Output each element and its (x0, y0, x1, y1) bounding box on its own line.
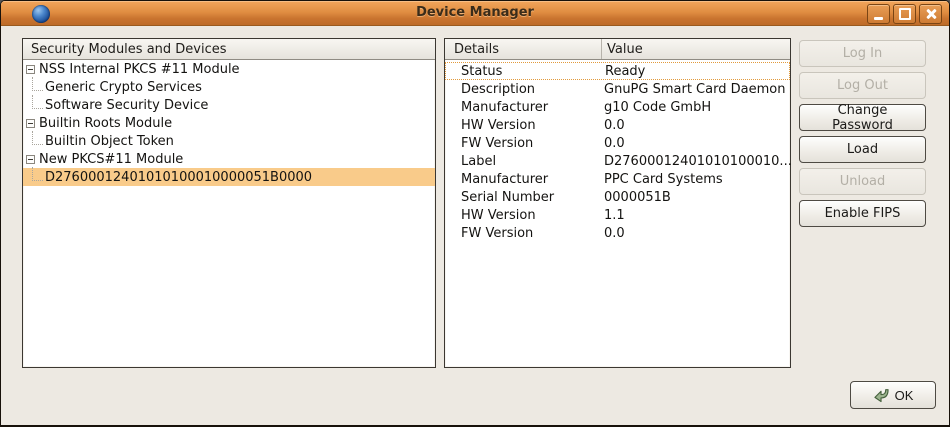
tree-item-software-security-device[interactable]: Software Security Device (23, 96, 435, 114)
close-button[interactable] (919, 4, 942, 24)
unload-button[interactable]: Unload (799, 168, 926, 195)
tree-item-smartcard-token-selected[interactable]: D27600012401010100010000051B0000 (23, 168, 435, 186)
titlebar[interactable]: Device Manager (1, 1, 949, 26)
load-button[interactable]: Load (799, 136, 926, 163)
details-header-row: Details Value (445, 39, 790, 60)
detail-field: Manufacturer (445, 100, 602, 115)
tree-item-label: New PKCS#11 Module (39, 152, 183, 167)
collapse-minus-icon[interactable] (26, 119, 35, 128)
tree-connector-line (32, 131, 43, 145)
table-row[interactable]: HW Version 0.0 (445, 116, 790, 134)
table-row[interactable]: Manufacturer g10 Code GmbH (445, 98, 790, 116)
maximize-button[interactable] (893, 4, 916, 24)
detail-value: Ready (603, 64, 645, 79)
detail-value: 0.0 (602, 118, 625, 133)
detail-field: FW Version (445, 226, 602, 241)
enable-fips-button[interactable]: Enable FIPS (799, 200, 926, 227)
tree-connector-line (32, 95, 43, 109)
detail-field: Label (445, 154, 602, 169)
collapse-minus-icon[interactable] (26, 65, 35, 74)
table-row[interactable]: FW Version 0.0 (445, 134, 790, 152)
collapse-minus-icon[interactable] (26, 155, 35, 164)
ok-green-arrow-icon (873, 388, 890, 403)
tree-item-label: Software Security Device (45, 98, 208, 113)
ok-button-label: OK (895, 388, 914, 403)
table-row[interactable]: Description GnuPG Smart Card Daemon (445, 80, 790, 98)
log-in-button[interactable]: Log In (799, 40, 926, 67)
tree-item-label: NSS Internal PKCS #11 Module (39, 62, 240, 77)
detail-field: Manufacturer (445, 172, 602, 187)
table-row[interactable]: HW Version 1.1 (445, 206, 790, 224)
minimize-button[interactable] (867, 4, 890, 24)
detail-value: 0.0 (602, 226, 625, 241)
maximize-icon (899, 8, 911, 20)
tree-item-builtin-object-token[interactable]: Builtin Object Token (23, 132, 435, 150)
value-column-header[interactable]: Value (602, 39, 790, 59)
details-body: Status Ready Description GnuPG Smart Car… (445, 60, 790, 242)
detail-value: 0000051B (602, 190, 671, 205)
tree-connector-line (32, 77, 43, 91)
table-row[interactable]: FW Version 0.0 (445, 224, 790, 242)
detail-field: HW Version (445, 118, 602, 133)
close-icon (926, 9, 936, 19)
tree-item-label: Builtin Roots Module (39, 116, 172, 131)
table-row[interactable]: Serial Number 0000051B (445, 188, 790, 206)
tree-item-builtin-roots-module[interactable]: Builtin Roots Module (23, 114, 435, 132)
detail-field: FW Version (445, 136, 602, 151)
detail-field: HW Version (445, 208, 602, 223)
table-row[interactable]: Manufacturer PPC Card Systems (445, 170, 790, 188)
minimize-icon (874, 17, 883, 20)
device-manager-window: Device Manager Security Modules and Devi… (0, 0, 950, 427)
tree-connector-line (32, 167, 43, 181)
detail-value: GnuPG Smart Card Daemon (602, 82, 785, 97)
table-row[interactable]: Status Ready (445, 62, 790, 80)
detail-value: 1.1 (602, 208, 625, 223)
detail-value: D27600012401010100010... (602, 154, 792, 169)
detail-value: 0.0 (602, 136, 625, 151)
window-controls (867, 4, 942, 24)
tree-item-new-pkcs11-module[interactable]: New PKCS#11 Module (23, 150, 435, 168)
window-title: Device Manager (1, 5, 949, 20)
detail-field: Status (446, 64, 603, 79)
tree-item-label: Generic Crypto Services (45, 80, 202, 95)
action-button-column: Log In Log Out Change Password Load Unlo… (799, 40, 926, 232)
tree-item-generic-crypto-services[interactable]: Generic Crypto Services (23, 78, 435, 96)
details-table: Details Value Status Ready Description G… (444, 38, 791, 368)
detail-value: PPC Card Systems (602, 172, 723, 187)
tree-item-label: Builtin Object Token (45, 134, 174, 149)
detail-field: Description (445, 82, 602, 97)
tree-item-nss-internal-module[interactable]: NSS Internal PKCS #11 Module (23, 60, 435, 78)
tree-column-header[interactable]: Security Modules and Devices (23, 39, 435, 60)
log-out-button[interactable]: Log Out (799, 72, 926, 99)
details-column-header[interactable]: Details (445, 39, 602, 59)
tree-body: NSS Internal PKCS #11 Module Generic Cry… (23, 60, 435, 186)
ok-button[interactable]: OK (850, 381, 936, 409)
detail-field: Serial Number (445, 190, 602, 205)
detail-value: g10 Code GmbH (602, 100, 711, 115)
security-modules-tree: Security Modules and Devices NSS Interna… (22, 38, 436, 368)
tree-item-label: D27600012401010100010000051B0000 (45, 170, 312, 185)
change-password-button[interactable]: Change Password (799, 104, 926, 131)
table-row[interactable]: Label D27600012401010100010... (445, 152, 790, 170)
